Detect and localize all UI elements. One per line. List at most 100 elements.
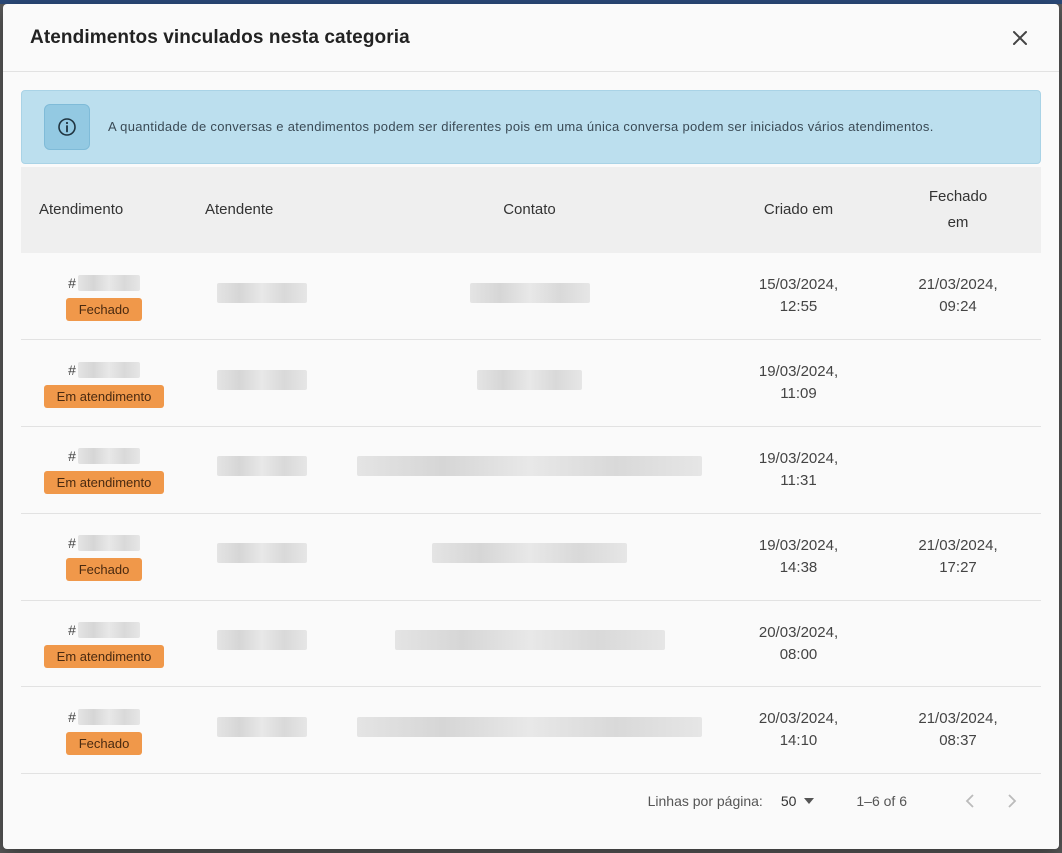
created-date: 19/03/2024, [758,363,839,381]
status-badge: Fechado [65,297,143,321]
redacted-contact-name [477,369,582,390]
created-date: 19/03/2024, [758,536,839,554]
pagination: Linhas por página: 50 1–6 of 6 [21,776,1041,826]
status-badge: Em atendimento [43,645,165,669]
status-badge: Em atendimento [43,384,165,408]
close-button[interactable] [1007,25,1033,51]
cell-atendimento: # Fechado [21,687,187,774]
rows-per-page-select[interactable]: 50 [781,793,815,809]
pagination-range: 1–6 of 6 [856,793,907,809]
cell-fechado-em [875,340,1041,427]
info-icon [58,118,76,136]
table-row[interactable]: # Em atendimento 19/03/2024, 11:09 [21,340,1041,427]
created-date: 19/03/2024, [758,449,839,467]
ticket-code-prefix: # [68,535,76,552]
header-fechado-em-label: Fechado em [928,188,988,231]
cell-criado-em: 15/03/2024, 12:55 [722,253,875,340]
chevron-left-icon [965,794,974,808]
table-row[interactable]: # Fechado 19/03/2024, 14:38 21/03/2024, 17:27 [21,513,1041,601]
created-time: 12:55 [779,298,818,316]
cell-atendente [187,513,337,600]
table-row[interactable]: # Em atendimento 20/03/2024, 08:00 [21,600,1041,687]
header-atendente[interactable]: Atendente [187,167,337,253]
ticket-code: # [21,532,187,554]
redacted-agent-name [217,456,307,477]
cell-atendente [187,340,337,427]
ticket-code: # [21,706,187,728]
chevron-right-icon [1008,794,1017,808]
cell-fechado-em [875,600,1041,687]
cell-atendimento: # Em atendimento [21,600,187,687]
header-atendimento[interactable]: Atendimento [21,167,187,253]
cell-atendimento: # Em atendimento [21,340,187,427]
redacted-contact-name [432,543,627,564]
status-badge: Em atendimento [43,471,165,495]
cell-contato [337,427,722,514]
created-time: 14:38 [779,558,818,576]
created-time: 08:00 [779,645,818,663]
redacted-ticket-id [77,622,140,639]
created-date: 20/03/2024, [758,623,839,641]
cell-fechado-em [875,427,1041,514]
closed-time: 08:37 [939,732,977,750]
cell-criado-em: 20/03/2024, 08:00 [722,600,875,687]
closed-time: 17:27 [939,558,977,576]
ticket-code: # [21,619,187,641]
cell-atendimento: # Fechado [21,513,187,600]
redacted-contact-name [357,716,702,737]
status-badge: Fechado [65,731,143,755]
cell-criado-em: 20/03/2024, 14:10 [722,687,875,774]
redacted-contact-name [357,456,702,477]
redacted-agent-name [217,369,307,390]
redacted-ticket-id [77,708,140,725]
cell-atendente [187,253,337,340]
created-time: 14:10 [779,732,818,750]
header-contato[interactable]: Contato [337,167,722,253]
next-page-button[interactable] [997,786,1027,816]
ticket-code: # [21,359,187,381]
cell-contato [337,340,722,427]
ticket-code: # [21,272,187,294]
cell-atendente [187,600,337,687]
prev-page-button[interactable] [955,786,985,816]
closed-date: 21/03/2024, [918,536,998,554]
cell-criado-em: 19/03/2024, 11:09 [722,340,875,427]
cell-fechado-em: 21/03/2024, 09:24 [875,253,1041,340]
header-fechado-em[interactable]: Fechado em [875,167,1041,253]
dialog-title: Atendimentos vinculados nesta categoria [30,26,410,48]
tickets-table: Atendimento Atendente Contato Criado em … [21,167,1041,774]
cell-criado-em: 19/03/2024, 11:31 [722,427,875,514]
ticket-code-prefix: # [68,708,76,725]
cell-atendente [187,687,337,774]
cell-contato [337,513,722,600]
info-banner: A quantidade de conversas e atendimentos… [21,90,1041,164]
table-header-row: Atendimento Atendente Contato Criado em … [21,167,1041,253]
redacted-agent-name [217,630,307,651]
redacted-agent-name [217,282,307,303]
ticket-code: # [21,445,187,467]
cell-atendimento: # Fechado [21,253,187,340]
cell-atendente [187,427,337,514]
table-row[interactable]: # Fechado 20/03/2024, 14:10 21/03/2024, 08:37 [21,687,1041,774]
cell-contato [337,600,722,687]
cell-criado-em: 19/03/2024, 14:38 [722,513,875,600]
redacted-ticket-id [77,361,140,378]
cell-fechado-em: 21/03/2024, 17:27 [875,513,1041,600]
redacted-ticket-id [77,448,140,465]
table-row[interactable]: # Em atendimento 19/03/2024, 11:31 [21,427,1041,514]
header-criado-em[interactable]: Criado em [722,167,875,253]
created-date: 15/03/2024, [758,276,839,294]
closed-time: 09:24 [939,298,977,316]
table-row[interactable]: # Fechado 15/03/2024, 12:55 21/03/2024, 09:24 [21,253,1041,340]
rows-per-page-label: Linhas por página: [647,793,763,809]
created-time: 11:31 [780,471,817,489]
cell-contato [337,253,722,340]
info-icon-box [44,104,90,150]
ticket-code-prefix: # [68,361,76,378]
info-banner-text: A quantidade de conversas e atendimentos… [108,119,934,134]
created-time: 11:09 [780,385,817,403]
closed-date: 21/03/2024, [918,710,998,728]
status-badge: Fechado [65,558,143,582]
dialog-header: Atendimentos vinculados nesta categoria [3,4,1059,72]
created-date: 20/03/2024, [758,710,839,728]
